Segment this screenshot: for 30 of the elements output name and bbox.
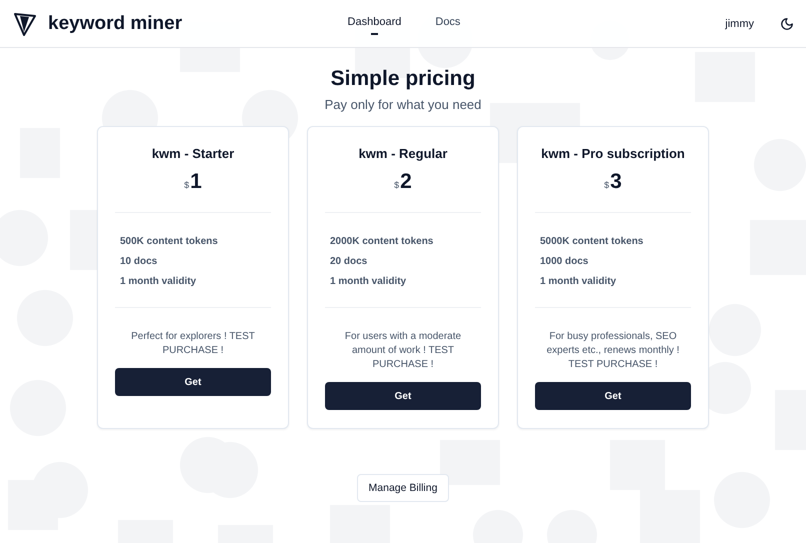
plan-name: kwm - Regular: [358, 146, 448, 161]
plan-description: For busy professionals, SEO experts etc., renews monthly ! TEST PURCHASE !: [546, 330, 680, 372]
nav-link[interactable]: Dashboard: [348, 12, 402, 35]
plan-feature: 1000 docs: [540, 255, 590, 269]
plan-description: Perfect for explorers ! TEST PURCHASE !: [130, 330, 256, 358]
plan-feature: 500K content tokens: [120, 235, 219, 249]
plan-feature: 1 month validity: [330, 275, 408, 289]
plan-feature: 2000K content tokens: [330, 235, 434, 249]
plan-price: $3: [603, 170, 623, 194]
page-subtitle: Pay only for what you need: [324, 97, 482, 112]
plan-description: For users with a moderate amount of work ! TEST PURCHASE !: [344, 330, 462, 372]
plan-name: kwm - Starter: [150, 146, 236, 161]
plan-price: $2: [393, 170, 413, 194]
plan-feature: 10 docs: [120, 255, 158, 269]
get-button[interactable]: Get: [325, 382, 481, 410]
brand-name: keyword miner: [48, 12, 182, 34]
manage-billing-button[interactable]: Manage Billing: [356, 474, 450, 502]
get-button[interactable]: Get: [535, 382, 691, 410]
user-menu[interactable]: jimmy: [725, 18, 754, 30]
nav-link[interactable]: Docs: [435, 12, 460, 35]
moon-icon[interactable]: [780, 16, 794, 30]
get-button[interactable]: Get: [115, 368, 271, 396]
plan-name: kwm - Pro subscription: [540, 146, 686, 161]
logo-icon: [14, 12, 36, 36]
plan-price: $1: [183, 170, 203, 194]
plan-feature: 5000K content tokens: [540, 235, 644, 249]
plan-feature: 1 month validity: [540, 275, 618, 289]
plan-feature: 1 month validity: [120, 275, 198, 289]
plan-feature: 20 docs: [330, 255, 368, 269]
page-title: Simple pricing: [330, 67, 476, 91]
